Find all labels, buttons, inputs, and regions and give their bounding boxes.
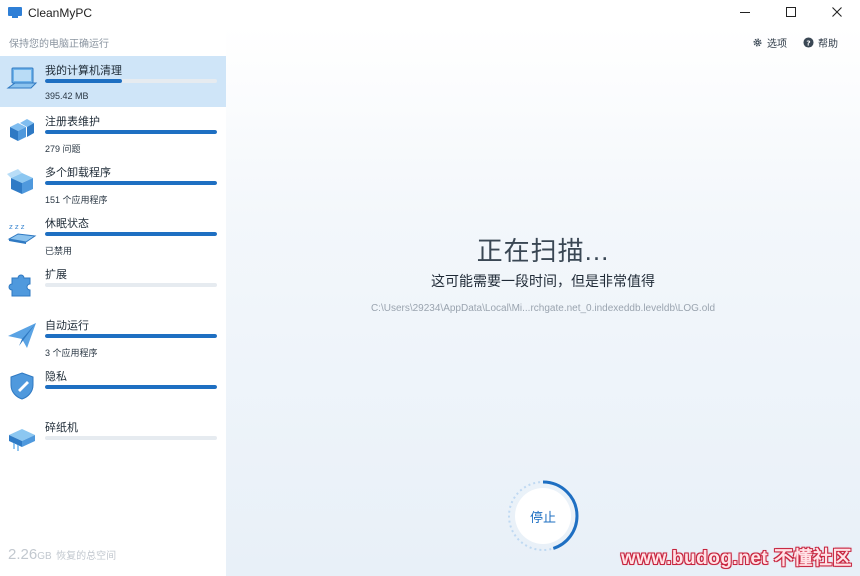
sidebar-item-status: 395.42 MB: [45, 91, 89, 101]
app-title: CleanMyPC: [28, 6, 93, 20]
sidebar-item-label: 扩展: [45, 269, 67, 281]
options-link[interactable]: 选项: [752, 35, 787, 50]
top-links: 选项 ? 帮助: [736, 35, 838, 50]
stop-button[interactable]: 停止: [515, 488, 571, 544]
minimize-button[interactable]: [722, 0, 768, 24]
sidebar-item-shredder[interactable]: 碎纸机: [0, 413, 226, 464]
sidebar-item-progress: [45, 283, 217, 287]
sidebar-item-privacy[interactable]: 隐私: [0, 362, 226, 413]
sidebar-item-registry-maintenance[interactable]: 注册表维护 279 问题: [0, 107, 226, 158]
puzzle-icon: [8, 274, 31, 297]
help-link[interactable]: ? 帮助: [803, 35, 838, 50]
scan-title: 正在扫描...: [476, 236, 610, 266]
sidebar-item-progress: [45, 385, 217, 389]
sidebar-item-autorun[interactable]: 自动运行 3 个应用程序: [0, 311, 226, 362]
app-tagline: 保持您的电脑正确运行: [9, 39, 109, 50]
sidebar-item-status: 151 个应用程序: [45, 195, 108, 205]
help-label: 帮助: [818, 39, 838, 50]
sidebar-item-progress: [45, 79, 217, 83]
title-bar: CleanMyPC: [0, 0, 860, 26]
svg-text:z z z: z z z: [9, 223, 25, 231]
sidebar-item-label: 我的计算机清理: [45, 65, 122, 77]
sidebar: 保持您的电脑正确运行 我的计算机清理 395.42 MB 注册表维护 279 问…: [0, 26, 226, 576]
sidebar-item-progress: [45, 130, 217, 134]
scan-current-path: C:\Users\29234\AppData\Local\Mi...rchgat…: [370, 303, 716, 314]
paper-plane-icon: [8, 323, 36, 348]
sidebar-nav: 我的计算机清理 395.42 MB 注册表维护 279 问题 多个卸载程序 15…: [0, 56, 226, 464]
total-recovered-space: 2.26GB 恢复的总空间: [8, 546, 116, 564]
gear-icon: [753, 38, 762, 47]
hibernation-laptop-icon: z z z: [7, 223, 37, 244]
scan-progress-ring: 停止: [506, 479, 580, 553]
close-button[interactable]: [814, 0, 860, 24]
total-recovered-label: 恢复的总空间: [56, 551, 117, 562]
sidebar-item-hibernation[interactable]: z z z 休眠状态 已禁用: [0, 209, 226, 260]
computer-icon: [6, 67, 38, 89]
close-icon: [832, 7, 842, 17]
sidebar-item-label: 隐私: [45, 371, 67, 383]
sidebar-item-progress: [45, 232, 217, 236]
sidebar-item-progress: [45, 181, 217, 185]
sidebar-item-status: 已禁用: [45, 246, 73, 256]
window-controls: [722, 0, 860, 24]
main-panel: 选项 ? 帮助 正在扫描... 这可能需要一段时间，但是非常值得 C:\User…: [226, 26, 860, 576]
sidebar-item-label: 注册表维护: [45, 116, 100, 128]
sidebar-item-label: 多个卸载程序: [45, 167, 111, 179]
maximize-button[interactable]: [768, 0, 814, 24]
sidebar-item-label: 碎纸机: [45, 422, 78, 434]
shield-icon: [10, 372, 34, 400]
watermark: www.budog.net 不懂社区: [621, 548, 852, 569]
registry-blocks-icon: [10, 119, 34, 141]
sidebar-item-label: 休眠状态: [45, 218, 89, 230]
minimize-icon: [740, 12, 750, 13]
shredder-icon: [9, 429, 35, 451]
uninstaller-box-icon: [7, 169, 33, 194]
svg-text:?: ?: [806, 38, 810, 47]
app-logo-icon: [8, 7, 22, 19]
sidebar-item-multi-uninstaller[interactable]: 多个卸载程序 151 个应用程序: [0, 158, 226, 209]
sidebar-item-status: 279 问题: [45, 144, 81, 154]
sidebar-item-progress: [45, 334, 217, 338]
sidebar-item-extensions[interactable]: 扩展: [0, 260, 226, 311]
sidebar-item-my-computer-cleanup[interactable]: 我的计算机清理 395.42 MB: [0, 56, 226, 107]
sidebar-item-status: 3 个应用程序: [45, 348, 98, 358]
total-recovered-amount: 2.26: [8, 546, 38, 563]
app-window: CleanMyPC 保持您的电脑正确运行 我的计算机清理 395.42 MB 注…: [0, 0, 860, 576]
scan-subtitle: 这可能需要一段时间，但是非常值得: [431, 273, 655, 289]
total-recovered-unit: GB: [37, 551, 52, 562]
help-icon: ?: [803, 37, 814, 48]
sidebar-item-label: 自动运行: [45, 320, 89, 332]
maximize-icon: [786, 7, 796, 17]
sidebar-item-progress: [45, 436, 217, 440]
options-label: 选项: [767, 39, 787, 50]
